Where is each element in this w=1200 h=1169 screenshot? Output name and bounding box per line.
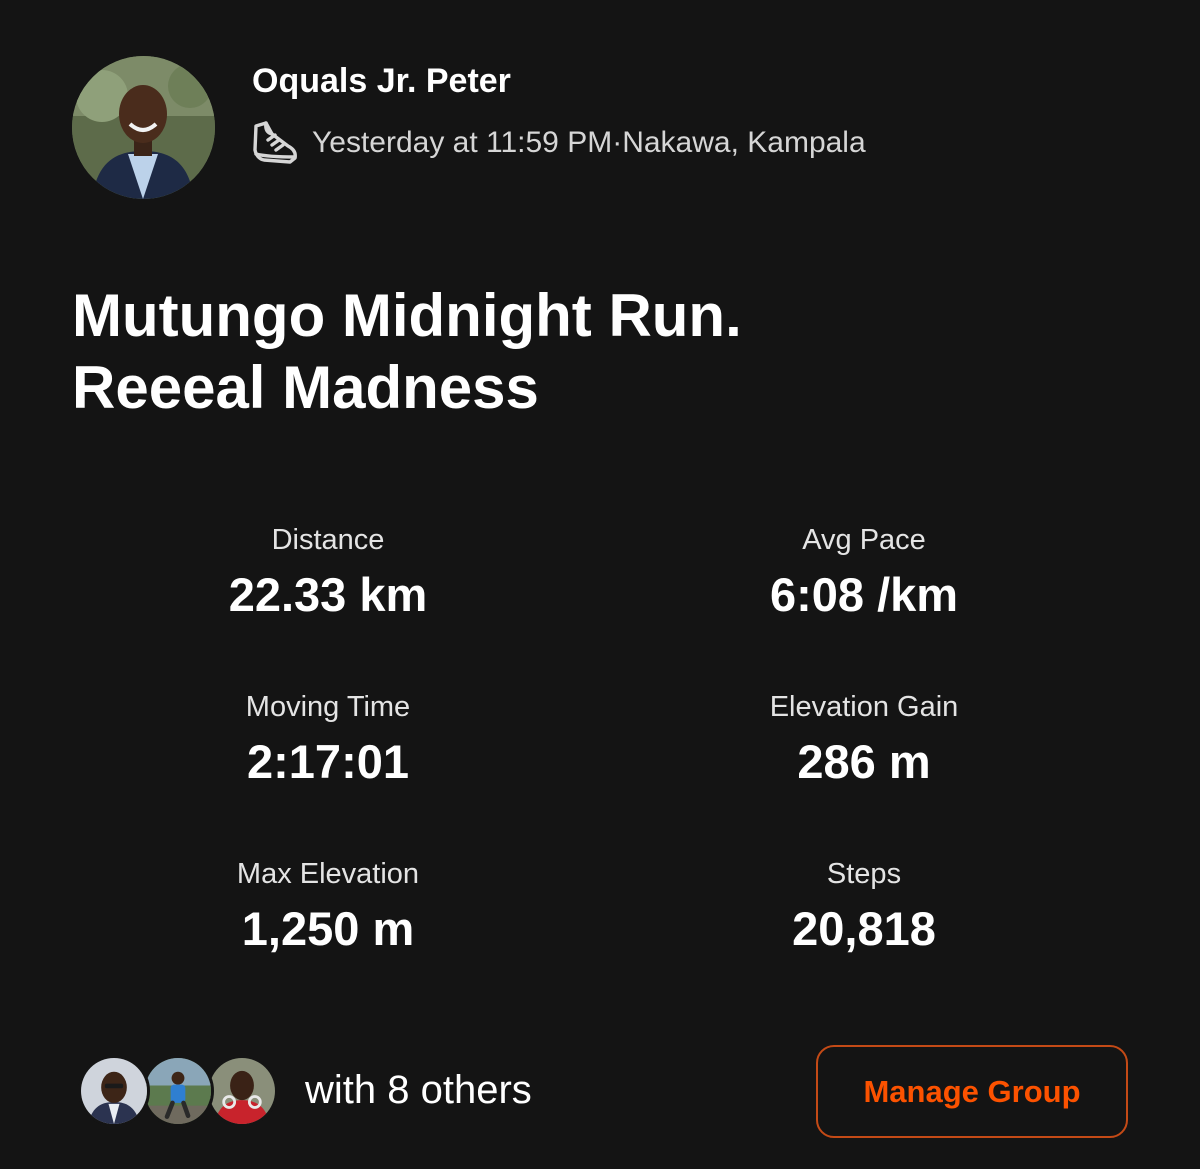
- athlete-name[interactable]: Oquals Jr. Peter: [252, 62, 511, 101]
- with-others-label[interactable]: with 8 others: [305, 1068, 532, 1113]
- group-member-photo: [81, 1058, 147, 1124]
- stat-elevation-gain: Elevation Gain 286 m: [600, 687, 1128, 854]
- stat-value: 2:17:01: [247, 735, 409, 788]
- stat-value: 1,250 m: [241, 902, 415, 955]
- stat-value: 286 m: [797, 735, 931, 788]
- group-member-photo: [145, 1058, 211, 1124]
- group-member-avatar[interactable]: [78, 1055, 150, 1127]
- stat-max-elevation: Max Elevation 1,250 m: [64, 854, 592, 1021]
- stat-value: 6:08 /km: [769, 568, 959, 621]
- stat-value: 22.33 km: [228, 568, 428, 621]
- activity-title[interactable]: Mutungo Midnight Run. Reeeal Madness: [72, 280, 1132, 424]
- stat-label: Distance: [271, 524, 385, 556]
- stat-distance: Distance 22.33 km: [64, 520, 592, 687]
- stat-avg-pace: Avg Pace 6:08 /km: [600, 520, 1128, 687]
- stat-moving-time: Moving Time 2:17:01: [64, 687, 592, 854]
- athlete-avatar[interactable]: [72, 56, 215, 199]
- stat-label: Moving Time: [245, 691, 411, 723]
- activity-card: Oquals Jr. Peter Yesterday at 11:59 PM ·…: [0, 0, 1200, 1169]
- stat-label: Steps: [826, 858, 902, 890]
- group-member-avatar[interactable]: [142, 1055, 214, 1127]
- group-avatars[interactable]: [78, 1055, 278, 1127]
- stat-label: Elevation Gain: [769, 691, 959, 723]
- group-member-avatar[interactable]: [206, 1055, 278, 1127]
- stat-label: Avg Pace: [802, 524, 926, 556]
- group-member-photo: [209, 1058, 275, 1124]
- stat-steps: Steps 20,818: [600, 854, 1128, 1021]
- stat-value: 20,818: [792, 902, 936, 955]
- meta-separator: ·: [612, 126, 623, 159]
- manage-group-button[interactable]: Manage Group: [816, 1045, 1128, 1138]
- athlete-photo: [72, 56, 215, 199]
- activity-location: Nakawa, Kampala: [622, 126, 866, 159]
- stat-label: Max Elevation: [236, 858, 420, 890]
- stats-grid: Distance 22.33 km Avg Pace 6:08 /km Movi…: [72, 520, 1128, 1021]
- activity-meta: Yesterday at 11:59 PM · Nakawa, Kampala: [250, 120, 866, 166]
- activity-timestamp[interactable]: Yesterday at 11:59 PM: [312, 126, 612, 160]
- running-shoe-icon: [253, 121, 297, 164]
